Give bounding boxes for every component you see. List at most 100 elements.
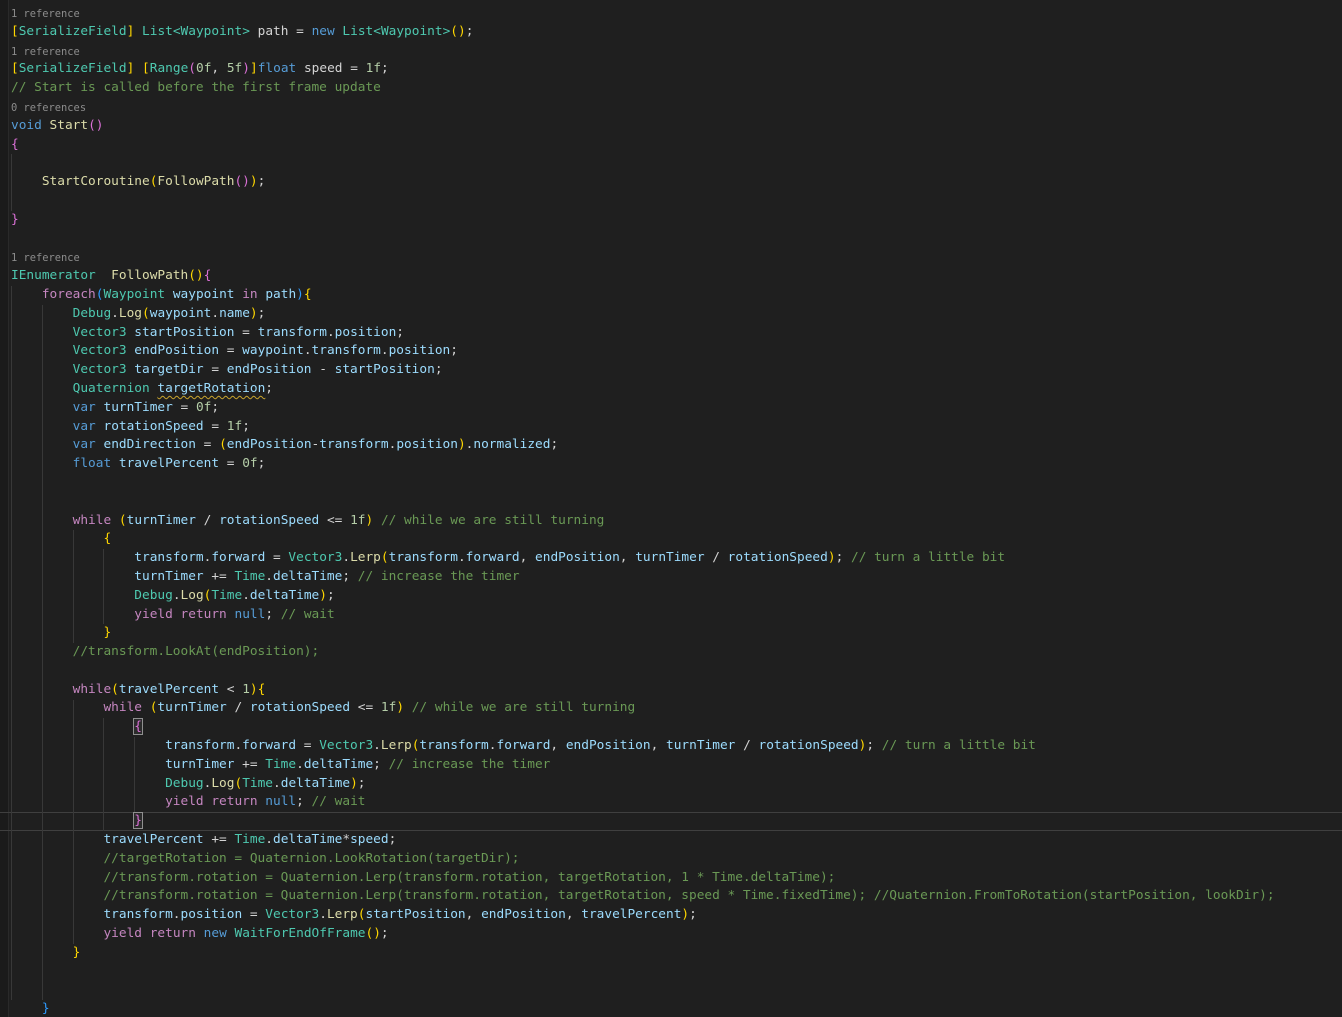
code-line[interactable]: { <box>0 718 1342 737</box>
code-token: Vector3 <box>319 738 374 754</box>
code-token: targetDir <box>134 362 204 378</box>
code-line[interactable]: var rotationSpeed = 1f; <box>0 418 1342 437</box>
code-token: Time <box>211 587 243 603</box>
code-token: = <box>219 456 243 472</box>
code-line[interactable]: transform.forward = Vector3.Lerp(transfo… <box>0 549 1342 568</box>
code-line[interactable]: // Start is called before the first fram… <box>0 79 1342 98</box>
code-line[interactable]: turnTimer += Time.deltaTime; // increase… <box>0 756 1342 775</box>
code-line[interactable]: travelPercent += Time.deltaTime*speed; <box>0 831 1342 850</box>
code-token: position <box>334 324 397 340</box>
code-line[interactable]: } <box>0 1000 1342 1017</box>
code-line[interactable]: } <box>0 624 1342 643</box>
code-line[interactable]: turnTimer += Time.deltaTime; // increase… <box>0 568 1342 587</box>
code-line[interactable]: //transform.rotation = Quaternion.Lerp(t… <box>0 869 1342 888</box>
code-token: deltaTime <box>273 832 343 848</box>
code-token: transform <box>103 907 173 923</box>
code-line[interactable]: transform.position = Vector3.Lerp(startP… <box>0 906 1342 925</box>
code-line[interactable]: void Start() <box>0 117 1342 136</box>
code-token: ; <box>380 926 389 942</box>
code-line[interactable]: //transform.rotation = Quaternion.Lerp(t… <box>0 887 1342 906</box>
code-line[interactable]: StartCoroutine(FollowPath()); <box>0 173 1342 192</box>
code-token: / <box>735 738 759 754</box>
code-line[interactable]: [SerializeField] [Range(0f, 5f)]float sp… <box>0 60 1342 79</box>
code-token: return <box>149 926 196 942</box>
code-token: Time <box>242 775 274 791</box>
code-line[interactable]: float travelPercent = 0f; <box>0 455 1342 474</box>
code-line[interactable]: while (turnTimer / rotationSpeed <= 1f) … <box>0 699 1342 718</box>
code-line[interactable]: yield return null; // wait <box>0 606 1342 625</box>
codelens-reference-count[interactable]: 1 reference <box>0 42 1342 61</box>
code-token: , <box>465 907 482 923</box>
code-line[interactable]: Vector3 endPosition = waypoint.transform… <box>0 342 1342 361</box>
code-token: ; <box>326 587 335 603</box>
code-line[interactable]: while(travelPercent < 1){ <box>0 681 1342 700</box>
code-line[interactable]: Vector3 targetDir = endPosition - startP… <box>0 361 1342 380</box>
codelens-reference-count[interactable]: 0 references <box>0 98 1342 117</box>
code-token: while <box>72 681 112 697</box>
code-token: position <box>388 343 451 359</box>
code-line[interactable]: Debug.Log(Time.deltaTime); <box>0 775 1342 794</box>
code-token: float <box>72 456 112 472</box>
code-token: ; <box>450 343 458 359</box>
code-token: () <box>450 23 466 39</box>
code-token: return <box>180 606 227 622</box>
code-token: ; <box>434 362 443 378</box>
code-line[interactable]: Debug.Log(Time.deltaTime); <box>0 587 1342 606</box>
code-token: normalized <box>473 437 551 453</box>
code-token: += <box>203 568 235 584</box>
warning-squiggle-token: targetRotation <box>157 380 266 396</box>
code-line[interactable]: //targetRotation = Quaternion.LookRotati… <box>0 850 1342 869</box>
code-line[interactable]: { <box>0 530 1342 549</box>
code-line[interactable]: [SerializeField] List<Waypoint> path = n… <box>0 23 1342 42</box>
code-token: path <box>257 23 289 39</box>
codelens-reference-count[interactable]: 1 reference <box>0 248 1342 267</box>
code-line[interactable]: Quaternion targetRotation; <box>0 380 1342 399</box>
code-token: rotationSpeed <box>219 512 320 528</box>
code-token: = <box>234 324 258 340</box>
code-line[interactable]: { <box>0 136 1342 155</box>
code-token: Vector3 <box>265 907 320 923</box>
code-token: / <box>704 550 728 566</box>
code-line[interactable]: transform.forward = Vector3.Lerp(transfo… <box>0 737 1342 756</box>
code-token: Debug <box>72 305 112 321</box>
code-line[interactable]: Debug.Log(waypoint.name); <box>0 305 1342 324</box>
code-token: ; <box>689 907 697 923</box>
code-line[interactable]: yield return null; // wait <box>0 793 1342 812</box>
code-line[interactable]: var turnTimer = 0f; <box>0 399 1342 418</box>
code-line[interactable]: } <box>0 944 1342 963</box>
code-token: ; <box>465 23 474 39</box>
code-line[interactable]: IEnumerator FollowPath(){ <box>0 267 1342 286</box>
code-token: forward <box>211 550 266 566</box>
code-token: ( <box>118 512 127 528</box>
codelens-reference-count[interactable]: 1 reference <box>0 4 1342 23</box>
code-line[interactable]: yield return new WaitForEndOfFrame(); <box>0 925 1342 944</box>
code-token: () <box>365 926 381 942</box>
code-token: * <box>342 832 351 848</box>
code-line[interactable]: Vector3 startPosition = transform.positi… <box>0 324 1342 343</box>
code-token: . <box>326 324 335 340</box>
code-token: ) <box>319 587 327 603</box>
code-line[interactable]: var endDirection = (endPosition-transfor… <box>0 436 1342 455</box>
code-token: deltaTime <box>273 568 343 584</box>
code-token: endPosition <box>565 738 651 754</box>
code-line[interactable]: //transform.LookAt(endPosition); <box>0 643 1342 662</box>
code-line[interactable]: foreach(Waypoint waypoint in path){ <box>0 286 1342 305</box>
code-token: ; <box>550 437 559 453</box>
code-token: [ <box>11 23 19 39</box>
code-token: Debug <box>134 587 173 603</box>
code-line[interactable]: while (turnTimer / rotationSpeed <= 1f) … <box>0 512 1342 531</box>
current-code-line[interactable]: } <box>0 812 1342 832</box>
code-line[interactable]: } <box>0 211 1342 230</box>
code-editor[interactable]: 1 reference [SerializeField] List<Waypoin… <box>0 0 1342 1017</box>
